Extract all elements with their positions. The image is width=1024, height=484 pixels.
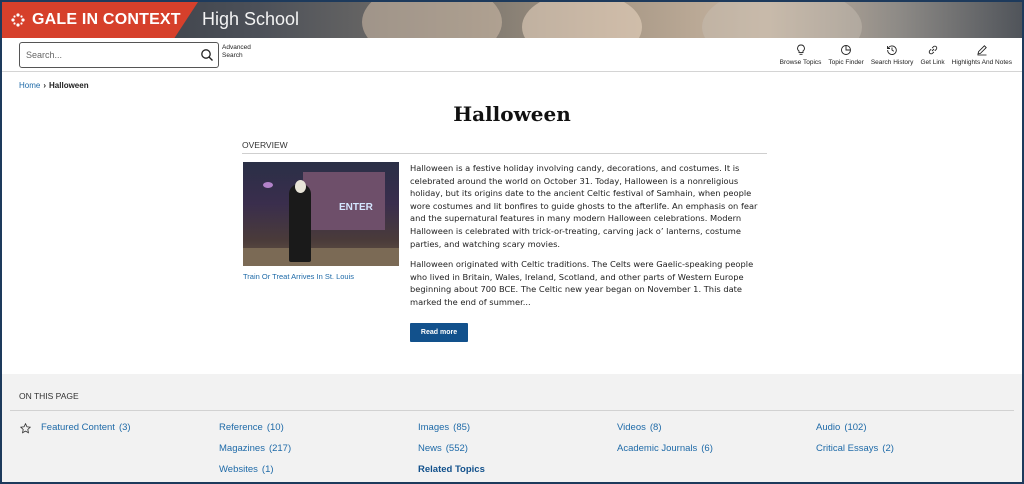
toolbar: Advanced Search Browse Topics Topic Find… (2, 38, 1022, 72)
brand-name: GALE IN CONTEXT (32, 11, 181, 28)
edition-label: High School (202, 9, 300, 29)
search-history-button[interactable]: Search History (870, 44, 914, 68)
banner-photo-shape (702, 2, 862, 38)
tool-label: Highlights And Notes (951, 59, 1012, 66)
link-label: Websites (219, 464, 258, 475)
magazines-link[interactable]: Magazines (217) (219, 443, 291, 454)
link-count: (102) (844, 422, 867, 433)
videos-link[interactable]: Videos (8) (617, 422, 662, 433)
image-detail (295, 180, 306, 193)
link-label: Academic Journals (617, 443, 698, 454)
browse-topics-button[interactable]: Browse Topics (779, 44, 822, 68)
banner-photo-shape (522, 2, 642, 38)
search-box (19, 42, 219, 68)
banner-photo-shape (362, 2, 502, 38)
academic-journals-link[interactable]: Academic Journals (6) (617, 443, 713, 454)
app-frame: GALE IN CONTEXT High School Advanced Sea… (0, 0, 1024, 484)
link-label: Audio (816, 422, 841, 433)
topic-finder-icon (841, 45, 852, 55)
overview-heading: OVERVIEW (242, 140, 767, 154)
overview-paragraph: Halloween is a festive holiday involving… (410, 163, 758, 249)
news-link[interactable]: News (552) (418, 443, 468, 454)
advanced-search-link[interactable]: Advanced Search (222, 44, 262, 60)
overview-paragraph: Halloween originated with Celtic traditi… (410, 259, 754, 307)
link-label: Featured Content (41, 422, 115, 433)
link-count: (6) (701, 443, 713, 454)
overview-image[interactable]: ENTER (243, 162, 399, 266)
link-label: Videos (617, 422, 646, 433)
link-count: (1) (261, 464, 274, 475)
page-title: Halloween (453, 102, 571, 126)
history-icon (887, 45, 897, 55)
link-label: Magazines (219, 443, 265, 454)
star-icon (20, 423, 31, 434)
image-sign-text: ENTER (339, 202, 373, 213)
tool-menu: Browse Topics Topic Finder Search Histor… (773, 44, 1012, 68)
header-banner: GALE IN CONTEXT High School (2, 2, 1022, 38)
breadcrumb: Home › Halloween (19, 81, 89, 90)
link-count: (3) (118, 422, 131, 433)
image-caption-link[interactable]: Train Or Treat Arrives In St. Louis (243, 272, 354, 281)
link-label: News (418, 443, 442, 454)
read-more-button[interactable]: Read more (410, 323, 468, 342)
link-count: (552) (445, 443, 468, 454)
audio-link[interactable]: Audio (102) (816, 422, 867, 433)
related-topics-link[interactable]: Related Topics (418, 464, 485, 475)
breadcrumb-separator-icon: › (43, 81, 47, 90)
breadcrumb-current: Halloween (49, 81, 89, 90)
images-link[interactable]: Images (85) (418, 422, 470, 433)
link-label: Reference (219, 422, 263, 433)
search-input[interactable] (26, 47, 196, 63)
image-detail (303, 172, 385, 230)
featured-content-link[interactable]: Featured Content (3) (41, 422, 131, 433)
tool-label: Search History (870, 59, 914, 66)
overview-text: Halloween is a festive holiday involving… (410, 162, 770, 317)
search-icon[interactable] (200, 48, 214, 62)
gale-logo-icon (11, 13, 25, 27)
image-detail (243, 248, 399, 266)
pencil-icon (977, 45, 987, 56)
websites-link[interactable]: Websites (1) (219, 464, 274, 475)
link-count: (217) (268, 443, 292, 454)
on-this-page-section: ON THIS PAGE Featured Content (3) Referen… (2, 374, 1022, 482)
link-icon (928, 45, 937, 55)
link-count: (2) (882, 443, 894, 454)
link-label: Images (418, 422, 450, 433)
breadcrumb-home-link[interactable]: Home (19, 81, 40, 90)
tool-label: Get Link (920, 59, 945, 66)
link-label: Critical Essays (816, 443, 879, 454)
get-link-button[interactable]: Get Link (920, 44, 945, 68)
image-detail (263, 182, 273, 188)
link-count: (10) (266, 422, 284, 433)
link-count: (8) (649, 422, 662, 433)
critical-essays-link[interactable]: Critical Essays (2) (816, 443, 894, 454)
divider (10, 410, 1014, 411)
lightbulb-icon (796, 44, 805, 55)
highlights-notes-button[interactable]: Highlights And Notes (952, 44, 1012, 68)
topic-finder-button[interactable]: Topic Finder (828, 44, 864, 68)
on-this-page-heading: ON THIS PAGE (19, 391, 79, 401)
tool-label: Topic Finder (828, 59, 864, 66)
link-count: (85) (453, 422, 471, 433)
brand-logo-link[interactable]: GALE IN CONTEXT (2, 2, 198, 38)
tool-label: Browse Topics (779, 59, 822, 66)
reference-link[interactable]: Reference (10) (219, 422, 284, 433)
image-detail (289, 184, 311, 262)
